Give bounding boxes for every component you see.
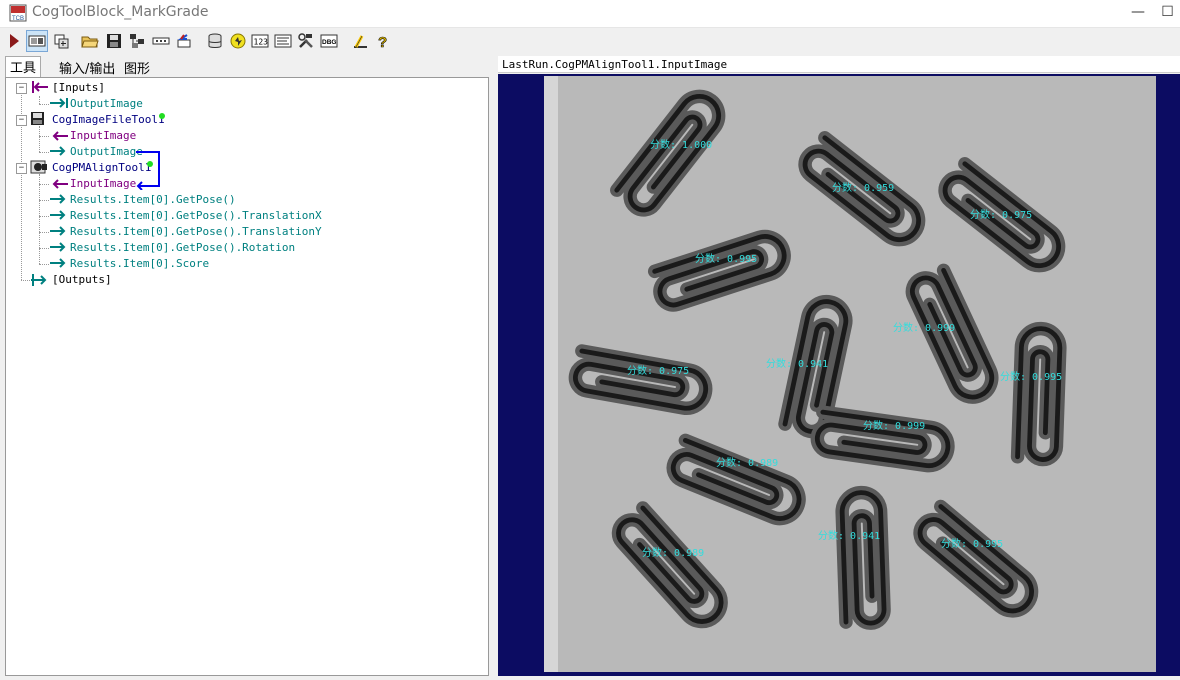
output-arrow-icon: [50, 226, 66, 236]
result-translation-x[interactable]: Results.Item[0].GetPose().TranslationX: [70, 208, 322, 224]
measure-icon[interactable]: [350, 31, 370, 51]
image-display[interactable]: 分数: 1.000 分数: 0.959 分数: 0.975 分数: 0.995 …: [498, 74, 1180, 676]
pm-tool-input-image[interactable]: InputImage: [70, 176, 136, 192]
tab-io[interactable]: 输入/输出: [55, 58, 119, 77]
output-arrow-icon: [50, 194, 66, 204]
score-label: 分数: 1.000: [650, 138, 712, 151]
score-label: 分数: 0.941: [766, 357, 828, 370]
pm-tool-collapse-toggle[interactable]: −: [16, 163, 27, 174]
output-arrow-icon: [50, 146, 66, 156]
score-label: 分数: 0.999: [863, 419, 925, 432]
svg-text:123: 123: [254, 38, 269, 47]
tab-tools[interactable]: 工具: [5, 56, 42, 78]
light-icon[interactable]: [228, 31, 248, 51]
score-label: 分数: 0.975: [970, 208, 1032, 221]
inputs-icon: [32, 81, 48, 93]
script-icon[interactable]: [273, 31, 293, 51]
pm-align-tool-icon: [30, 160, 47, 174]
left-tabs: 工具 输入/输出 图形: [0, 56, 494, 78]
tool-tree: − [Inputs] OutputImage − CogImageFileToo…: [5, 77, 489, 676]
output-arrow-icon: [50, 242, 66, 252]
pm-tool-node[interactable]: CogPMAlignTool1: [52, 160, 151, 176]
score-label: 分数: 0.989: [716, 456, 778, 469]
input-arrow-icon: [52, 131, 68, 141]
file-tool-status-icon: [159, 113, 165, 119]
result-translation-y[interactable]: Results.Item[0].GetPose().TranslationY: [70, 224, 322, 240]
network-icon[interactable]: [127, 31, 147, 51]
inputs-output-image[interactable]: OutputImage: [70, 96, 143, 112]
input-arrow-icon: [52, 179, 68, 189]
inputs-node[interactable]: [Inputs]: [52, 80, 105, 96]
outputs-icon: [31, 274, 47, 286]
title-bar: TCB CogToolBlock_MarkGrade — ☐: [0, 0, 1180, 28]
run-icon[interactable]: [4, 31, 24, 51]
tab-graphics[interactable]: 图形: [120, 58, 154, 77]
paper-edge: [544, 76, 558, 672]
window-title: CogToolBlock_MarkGrade: [32, 4, 209, 20]
dbg-icon[interactable]: DBG: [319, 31, 339, 51]
image-file-tool-icon: [31, 112, 44, 125]
file-tool-node[interactable]: CogImageFileTool1: [52, 112, 165, 128]
123-icon[interactable]: 123: [250, 31, 270, 51]
save-icon[interactable]: [104, 31, 124, 51]
add-tool-icon[interactable]: [51, 31, 71, 51]
image-display-title: LastRun.CogPMAlignTool1.InputImage: [498, 56, 1180, 73]
score-label: 分数: 0.941: [818, 529, 880, 542]
show-image-icon[interactable]: [26, 30, 48, 52]
help-icon[interactable]: ?: [373, 31, 393, 51]
svg-text:DBG: DBG: [322, 39, 336, 46]
result-pose[interactable]: Results.Item[0].GetPose(): [70, 192, 236, 208]
file-tool-input-image[interactable]: InputImage: [70, 128, 136, 144]
open-folder-icon[interactable]: [80, 31, 100, 51]
inspection-image[interactable]: 分数: 1.000 分数: 0.959 分数: 0.975 分数: 0.995 …: [498, 74, 1180, 676]
result-score[interactable]: Results.Item[0].Score: [70, 256, 209, 272]
svg-text:?: ?: [378, 34, 387, 49]
output-arrow-icon: [50, 210, 66, 220]
output-arrow-icon: [50, 98, 68, 108]
reset-icon[interactable]: [174, 31, 194, 51]
inputs-collapse-toggle[interactable]: −: [16, 83, 27, 94]
tools-icon[interactable]: [296, 31, 316, 51]
output-arrow-icon: [50, 258, 66, 268]
file-tool-output-image[interactable]: OutputImage: [70, 144, 143, 160]
score-label: 分数: 0.999: [893, 321, 955, 334]
maximize-button[interactable]: ☐: [1155, 0, 1180, 27]
database-icon[interactable]: [205, 31, 225, 51]
outputs-node[interactable]: [Outputs]: [52, 272, 112, 288]
score-label: 分数: 0.995: [695, 252, 757, 265]
pm-tool-status-icon: [147, 161, 153, 167]
result-rotation[interactable]: Results.Item[0].GetPose().Rotation: [70, 240, 295, 256]
file-tool-collapse-toggle[interactable]: −: [16, 115, 27, 126]
dots-icon[interactable]: [151, 31, 171, 51]
score-label: 分数: 0.995: [1000, 370, 1062, 383]
toolbar: 123 DBG ?: [0, 28, 1180, 54]
score-label: 分数: 0.975: [627, 364, 689, 377]
svg-text:TCB: TCB: [12, 16, 24, 22]
app-icon: TCB: [9, 4, 27, 22]
score-label: 分数: 0.959: [832, 181, 894, 194]
score-label: 分数: 0.989: [642, 546, 704, 559]
score-label: 分数: 0.995: [941, 537, 1003, 550]
